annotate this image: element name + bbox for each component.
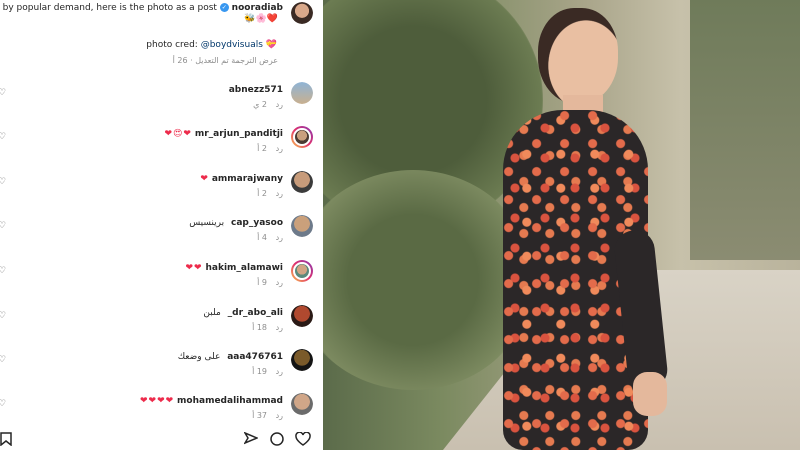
comment-avatar[interactable] — [291, 171, 313, 193]
comment-line: برينسيس cap_yasoo — [189, 217, 283, 229]
photo-cred-handle[interactable]: @boydvisuals — [201, 40, 263, 50]
post-author-username[interactable]: nooradiab — [232, 3, 283, 13]
post-photo[interactable] — [323, 0, 800, 450]
like-comment-heart-icon[interactable]: ♡ — [0, 221, 6, 231]
comment-line: ❤ ammarajwany — [200, 173, 283, 185]
comment-emoji: ❤❤ — [185, 263, 203, 273]
like-comment-heart-icon[interactable]: ♡ — [0, 177, 6, 187]
reply-link[interactable]: رد — [276, 411, 283, 420]
edited-label: تم التعديل · 26 أ — [172, 56, 229, 65]
reply-link[interactable]: رد — [276, 233, 283, 242]
comment-emoji: ❤ — [200, 174, 209, 184]
reply-link[interactable]: رد — [276, 144, 283, 153]
like-comment-heart-icon[interactable]: ♡ — [0, 88, 6, 98]
caption-text: ♡ by popular demand, here is the photo a… — [0, 3, 217, 13]
comment-time: 2 أ — [257, 144, 268, 153]
photo-cred-label: photo cred: — [146, 40, 198, 50]
comment-username[interactable]: abnezz571 — [229, 85, 283, 95]
heart-emoji-icon: 💝 — [265, 40, 278, 50]
comment-meta: رد 19 أ — [246, 367, 283, 376]
comment-username[interactable]: cap_yasoo — [231, 218, 283, 228]
comment-time: 9 أ — [257, 278, 268, 287]
comment-time: 2 ي — [253, 100, 268, 109]
comment-meta: رد 9 أ — [251, 278, 283, 287]
reply-link[interactable]: رد — [276, 278, 283, 287]
comment-time: 4 أ — [257, 233, 268, 242]
like-comment-heart-icon[interactable]: ♡ — [0, 266, 6, 276]
comment-avatar[interactable] — [291, 393, 313, 415]
translate-link[interactable]: عرض الترجمة — [231, 56, 278, 65]
reply-link[interactable]: رد — [276, 189, 283, 198]
comment-meta: رد 2 أ — [251, 144, 283, 153]
background-wall — [690, 0, 800, 260]
share-icon[interactable] — [243, 431, 259, 450]
heart-icon[interactable] — [295, 431, 311, 450]
comment-username[interactable]: hakim_alamawi — [205, 263, 283, 273]
comment-emoji: ❤❤❤❤ — [139, 396, 175, 406]
like-comment-heart-icon[interactable]: ♡ — [0, 399, 6, 409]
comment-line: على وضعك aaa476761 — [178, 351, 283, 363]
comment-text: برينسيس — [189, 218, 225, 228]
person-head — [538, 8, 618, 104]
post-author-avatar[interactable] — [291, 2, 313, 24]
comment-time: 37 أ — [252, 411, 268, 420]
comment-avatar[interactable] — [291, 82, 313, 104]
comment-line: ❤❤ hakim_alamawi — [186, 262, 283, 274]
photo-cred: photo cred: @boydvisuals 💝 — [146, 40, 278, 50]
person-hand — [633, 372, 667, 416]
reply-link[interactable]: رد — [276, 367, 283, 376]
comment-line: ❤❤❤❤ mohamedalihammad — [140, 395, 283, 407]
comment-meta: رد 2 أ — [251, 189, 283, 198]
comment-line: abnezz571 — [229, 84, 283, 96]
comment-meta: رد 37 أ — [246, 411, 283, 420]
comment-meta: رد 2 ي — [247, 100, 283, 109]
comment-emoji: ❤😍❤ — [164, 129, 192, 139]
reply-link[interactable]: رد — [276, 100, 283, 109]
bookmark-icon[interactable] — [0, 432, 12, 450]
comment-username[interactable]: mr_arjun_panditji — [195, 129, 283, 139]
comment-time: 19 أ — [252, 367, 268, 376]
comment-line: ❤😍❤ mr_arjun_panditji — [165, 128, 284, 140]
post-caption: ♡ by popular demand, here is the photo a… — [0, 2, 283, 14]
comment-username[interactable]: ammarajwany — [212, 174, 283, 184]
like-comment-heart-icon[interactable]: ♡ — [0, 311, 6, 321]
comment-icon[interactable] — [270, 432, 284, 450]
post-actions-bar — [0, 431, 323, 450]
comment-username[interactable]: mohamedalihammad — [177, 396, 283, 406]
like-comment-heart-icon[interactable]: ♡ — [0, 132, 6, 142]
comment-avatar[interactable] — [291, 349, 313, 371]
comment-avatar[interactable] — [291, 305, 313, 327]
comments-panel: ♡ by popular demand, here is the photo a… — [0, 0, 323, 450]
comment-time: 18 أ — [252, 323, 268, 332]
comment-time: 2 أ — [257, 189, 268, 198]
comment-text: ملبن — [203, 308, 221, 318]
foliage-lower-left — [323, 170, 533, 390]
reply-link[interactable]: رد — [276, 323, 283, 332]
caption-meta: عرض الترجمة تم التعديل · 26 أ — [169, 56, 278, 65]
comment-username[interactable]: _dr_abo_ali — [228, 308, 283, 318]
comment-meta: رد 18 أ — [246, 323, 283, 332]
comment-meta: رد 4 أ — [251, 233, 283, 242]
comment-avatar[interactable] — [291, 215, 313, 237]
caption-emoji: 🐝🌸❤️ — [244, 14, 278, 24]
comment-line: ملبن _dr_abo_ali — [203, 307, 283, 319]
comment-avatar[interactable] — [291, 260, 313, 282]
comment-text: على وضعك — [177, 352, 221, 362]
verified-badge-icon: ✓ — [219, 3, 229, 12]
like-comment-heart-icon[interactable]: ♡ — [0, 355, 6, 365]
comment-avatar[interactable] — [291, 126, 313, 148]
comment-username[interactable]: aaa476761 — [227, 352, 283, 362]
